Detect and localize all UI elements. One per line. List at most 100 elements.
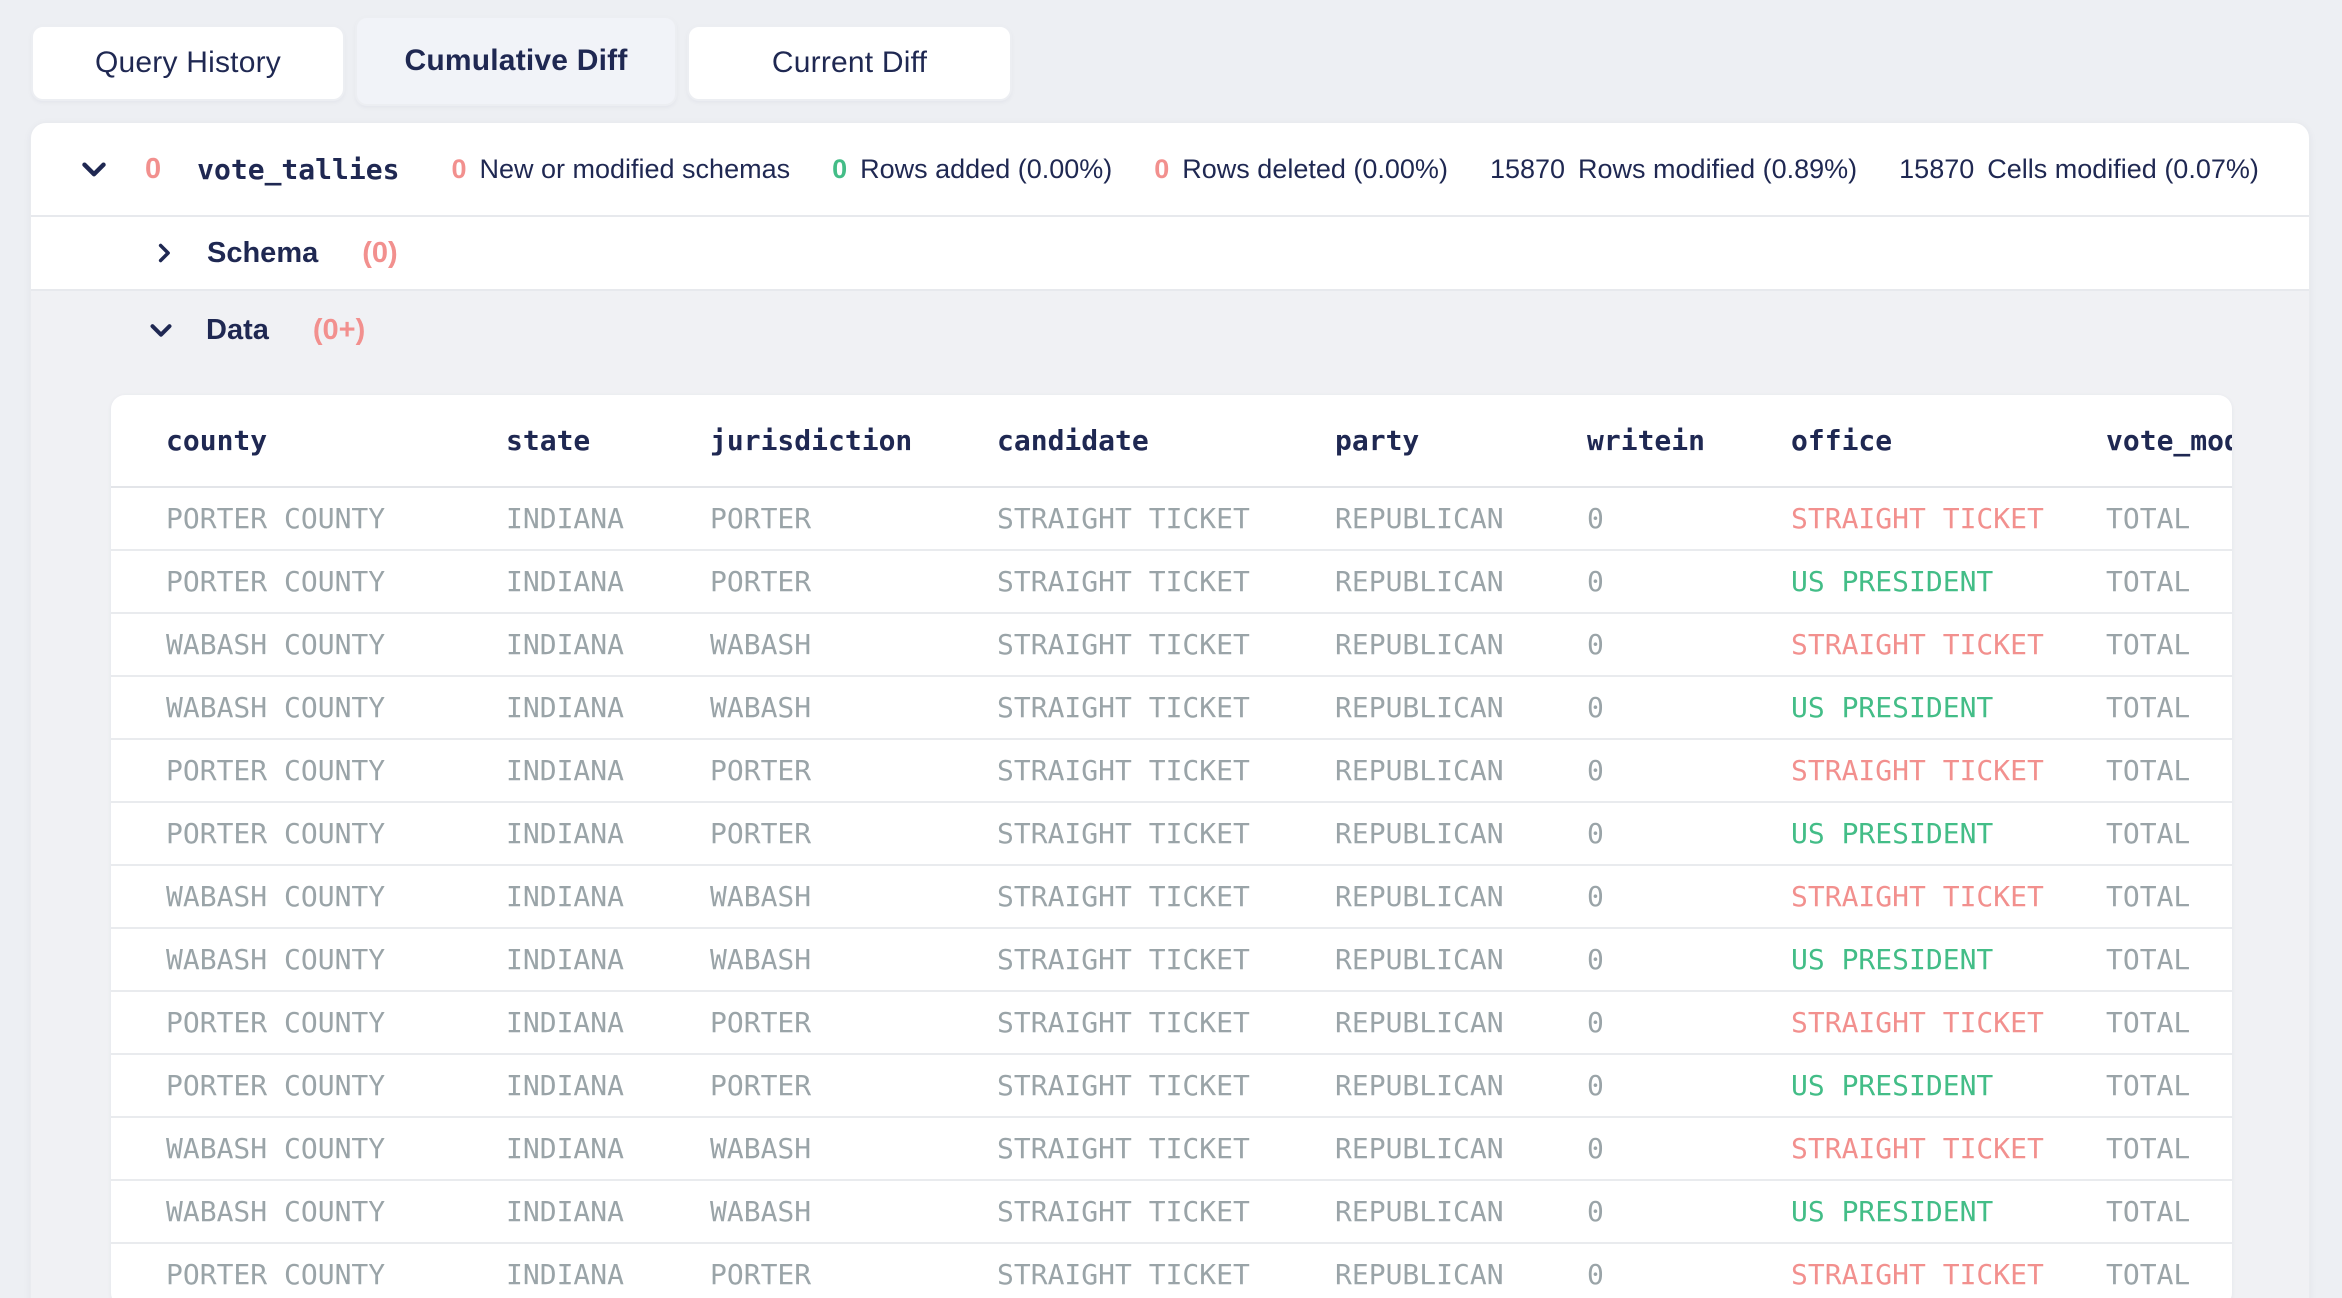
cell-county: PORTER COUNTY (166, 1006, 506, 1039)
stat-value: 15870 (1899, 154, 1974, 185)
cell-office: US PRESIDENT (1791, 1195, 2106, 1228)
cell-office: US PRESIDENT (1791, 943, 2106, 976)
cell-state: INDIANA (506, 1006, 710, 1039)
cell-county: WABASH COUNTY (166, 628, 506, 661)
column-header-jurisdiction: jurisdiction (710, 424, 997, 457)
cell-office: STRAIGHT TICKET (1791, 628, 2106, 661)
cell-jurisdiction: WABASH (710, 943, 997, 976)
cell-state: INDIANA (506, 817, 710, 850)
cell-party: REPUBLICAN (1335, 817, 1587, 850)
schema-change-count: (0) (362, 237, 397, 270)
tab-current-diff[interactable]: Current Diff (687, 25, 1012, 101)
cell-writein: 0 (1587, 1069, 1791, 1102)
cell-party: REPUBLICAN (1335, 1195, 1587, 1228)
page: { "tabs": { "items": [ { "label": "Query… (0, 0, 2342, 1298)
schema-section-toggle[interactable]: Schema (0) (31, 217, 2309, 291)
chevron-down-icon[interactable] (75, 150, 113, 188)
cell-office: STRAIGHT TICKET (1791, 502, 2106, 535)
cell-candidate: STRAIGHT TICKET (997, 565, 1335, 598)
cell-jurisdiction: WABASH (710, 880, 997, 913)
tab-cumulative-diff[interactable]: Cumulative Diff (355, 16, 677, 106)
cell-writein: 0 (1587, 1195, 1791, 1228)
cell-writein: 0 (1587, 628, 1791, 661)
cell-county: WABASH COUNTY (166, 691, 506, 724)
table-row: WABASH COUNTYINDIANAWABASHSTRAIGHT TICKE… (111, 929, 2232, 992)
cell-jurisdiction: PORTER (710, 1006, 997, 1039)
diff-stat: 15870Cells modified (0.07%) (1899, 154, 2259, 185)
stat-value: 15870 (1490, 154, 1565, 185)
cell-vote_mod: TOTAL (2106, 817, 2232, 850)
table-diff-header[interactable]: 0 vote_tallies 0New or modified schemas0… (31, 123, 2309, 217)
cell-state: INDIANA (506, 1069, 710, 1102)
table-row: PORTER COUNTYINDIANAPORTERSTRAIGHT TICKE… (111, 1055, 2232, 1118)
cell-county: PORTER COUNTY (166, 565, 506, 598)
cell-party: REPUBLICAN (1335, 1132, 1587, 1165)
diff-table-card: countystatejurisdictioncandidatepartywri… (111, 395, 2232, 1298)
column-header-writein: writein (1587, 424, 1791, 457)
cell-writein: 0 (1587, 817, 1791, 850)
cell-county: PORTER COUNTY (166, 817, 506, 850)
cell-county: PORTER COUNTY (166, 502, 506, 535)
cell-county: WABASH COUNTY (166, 943, 506, 976)
cell-jurisdiction: WABASH (710, 628, 997, 661)
cell-party: REPUBLICAN (1335, 1069, 1587, 1102)
stat-label: Rows added (0.00%) (860, 154, 1112, 185)
cell-state: INDIANA (506, 754, 710, 787)
cell-candidate: STRAIGHT TICKET (997, 1195, 1335, 1228)
table-row: WABASH COUNTYINDIANAWABASHSTRAIGHT TICKE… (111, 614, 2232, 677)
cell-candidate: STRAIGHT TICKET (997, 880, 1335, 913)
stat-label: Rows modified (0.89%) (1578, 154, 1857, 185)
cell-writein: 0 (1587, 1258, 1791, 1291)
cell-vote_mod: TOTAL (2106, 565, 2232, 598)
cell-vote_mod: TOTAL (2106, 502, 2232, 535)
cell-vote_mod: TOTAL (2106, 1132, 2232, 1165)
table-row: PORTER COUNTYINDIANAPORTERSTRAIGHT TICKE… (111, 740, 2232, 803)
cell-office: STRAIGHT TICKET (1791, 880, 2106, 913)
cell-jurisdiction: WABASH (710, 691, 997, 724)
tab-bar: Query History Cumulative Diff Current Di… (0, 0, 2342, 106)
diff-panel: 0 vote_tallies 0New or modified schemas0… (30, 122, 2310, 1298)
diff-stat: 15870 Rows modified (0.89%) (1490, 154, 1857, 185)
cell-vote_mod: TOTAL (2106, 1069, 2232, 1102)
table-header-row: countystatejurisdictioncandidatepartywri… (111, 395, 2232, 488)
cell-candidate: STRAIGHT TICKET (997, 943, 1335, 976)
cell-state: INDIANA (506, 1258, 710, 1291)
cell-candidate: STRAIGHT TICKET (997, 817, 1335, 850)
cell-writein: 0 (1587, 502, 1791, 535)
cell-state: INDIANA (506, 1132, 710, 1165)
data-section-toggle[interactable]: Data (0+) (31, 291, 2309, 369)
table-row: PORTER COUNTYINDIANAPORTER STRAIGHT TICKE… (111, 488, 2232, 551)
cell-writein: 0 (1587, 691, 1791, 724)
cell-office: US PRESIDENT (1791, 817, 2106, 850)
cell-state: INDIANA (506, 1195, 710, 1228)
cell-office: STRAIGHT TICKET (1791, 1132, 2106, 1165)
cell-candidate: STRAIGHT TICKET (997, 628, 1335, 661)
cell-county: WABASH COUNTY (166, 1195, 506, 1228)
cell-office: US PRESIDENT (1791, 1069, 2106, 1102)
cell-state: INDIANA (506, 691, 710, 724)
cell-state: INDIANA (506, 502, 710, 535)
cell-party: REPUBLICAN (1335, 691, 1587, 724)
cell-state: INDIANA (506, 943, 710, 976)
table-row: PORTER COUNTYINDIANAPORTERSTRAIGHT TICKE… (111, 992, 2232, 1055)
cell-vote_mod: TOTAL (2106, 880, 2232, 913)
table-row: WABASH COUNTYINDIANAWABASHSTRAIGHT TICKE… (111, 1118, 2232, 1181)
stat-value: 0 (832, 154, 847, 185)
cell-candidate: STRAIGHT TICKET (997, 1006, 1335, 1039)
chevron-down-icon[interactable] (144, 313, 178, 347)
cell-jurisdiction: WABASH (710, 1195, 997, 1228)
cell-county: PORTER COUNTY (166, 754, 506, 787)
cell-party: REPUBLICAN (1335, 754, 1587, 787)
cell-candidate: STRAIGHT TICKET (997, 1069, 1335, 1102)
column-header-vote_mod: vote_mod (2106, 424, 2232, 457)
cell-party: REPUBLICAN (1335, 1258, 1587, 1291)
cell-candidate: STRAIGHT TICKET (997, 754, 1335, 787)
chevron-right-icon[interactable] (149, 238, 179, 268)
cell-party: REPUBLICAN (1335, 628, 1587, 661)
tab-query-history[interactable]: Query History (31, 25, 345, 101)
table-row: WABASH COUNTYINDIANAWABASHSTRAIGHT TICKE… (111, 866, 2232, 929)
column-header-county: county (166, 424, 506, 457)
column-header-candidate: candidate (997, 424, 1335, 457)
cell-jurisdiction: WABASH (710, 1132, 997, 1165)
cell-jurisdiction: PORTER (710, 502, 997, 535)
